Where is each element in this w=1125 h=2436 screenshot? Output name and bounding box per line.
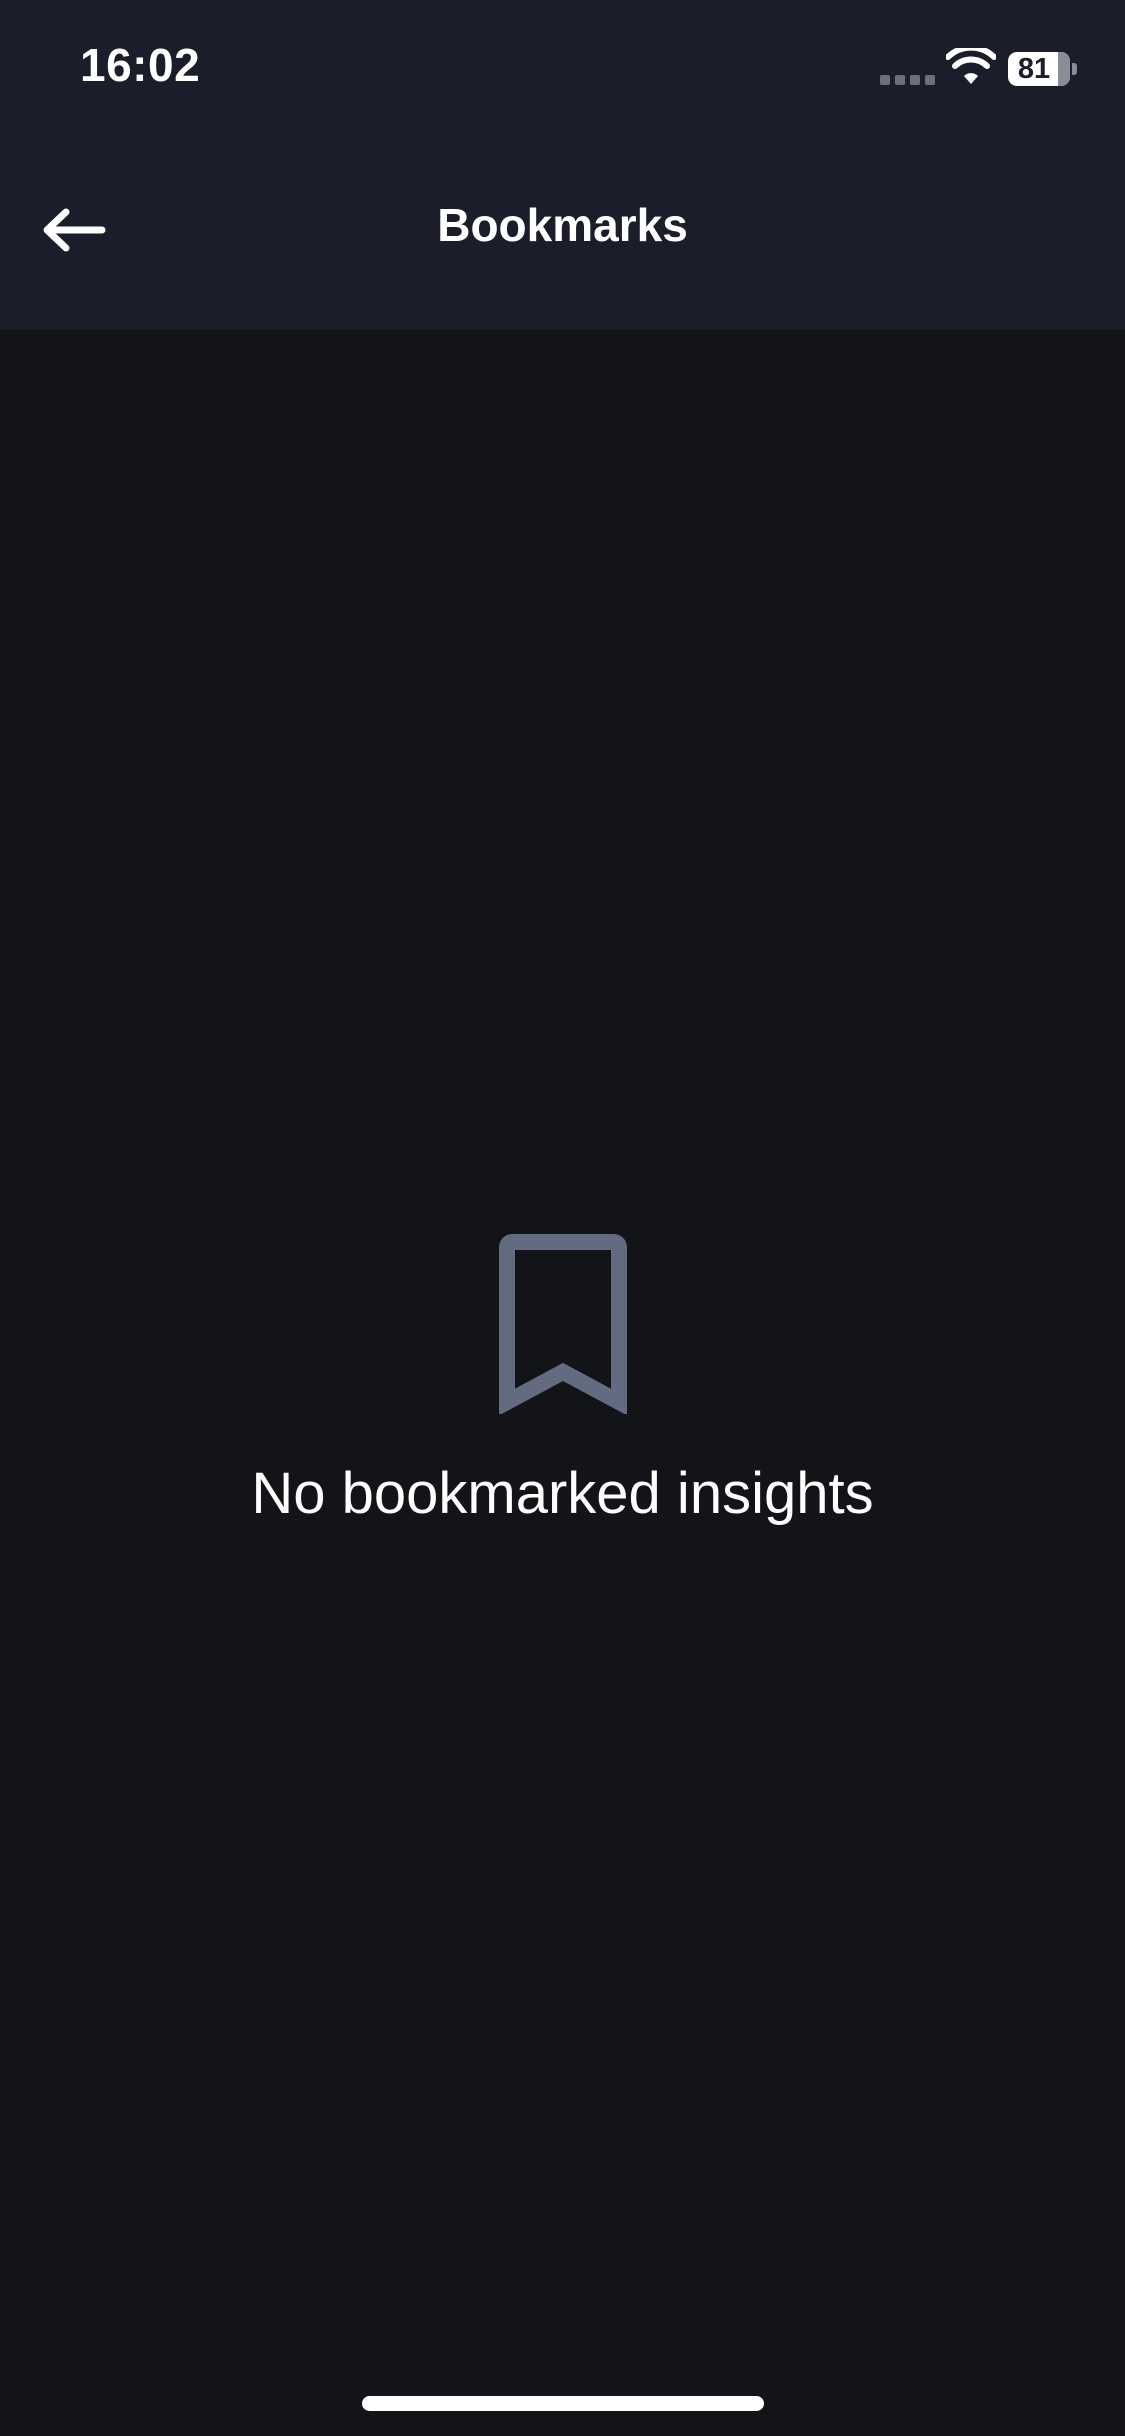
empty-state: No bookmarked insights: [0, 1230, 1125, 1527]
battery-icon: 81: [1008, 52, 1077, 86]
home-indicator[interactable]: [362, 2396, 764, 2411]
cellular-signal-icon: [880, 75, 936, 85]
page-title: Bookmarks: [437, 199, 688, 251]
app-header: 16:02 81 Bookmarks: [0, 0, 1125, 330]
screen: 16:02 81 Bookmarks No bookmarked insight…: [0, 0, 1125, 2436]
wifi-icon: [946, 48, 996, 84]
status-time: 16:02: [80, 39, 201, 91]
battery-level: 81: [1017, 53, 1051, 85]
bookmark-icon: [498, 1234, 627, 1414]
empty-state-message: No bookmarked insights: [251, 1461, 874, 1526]
